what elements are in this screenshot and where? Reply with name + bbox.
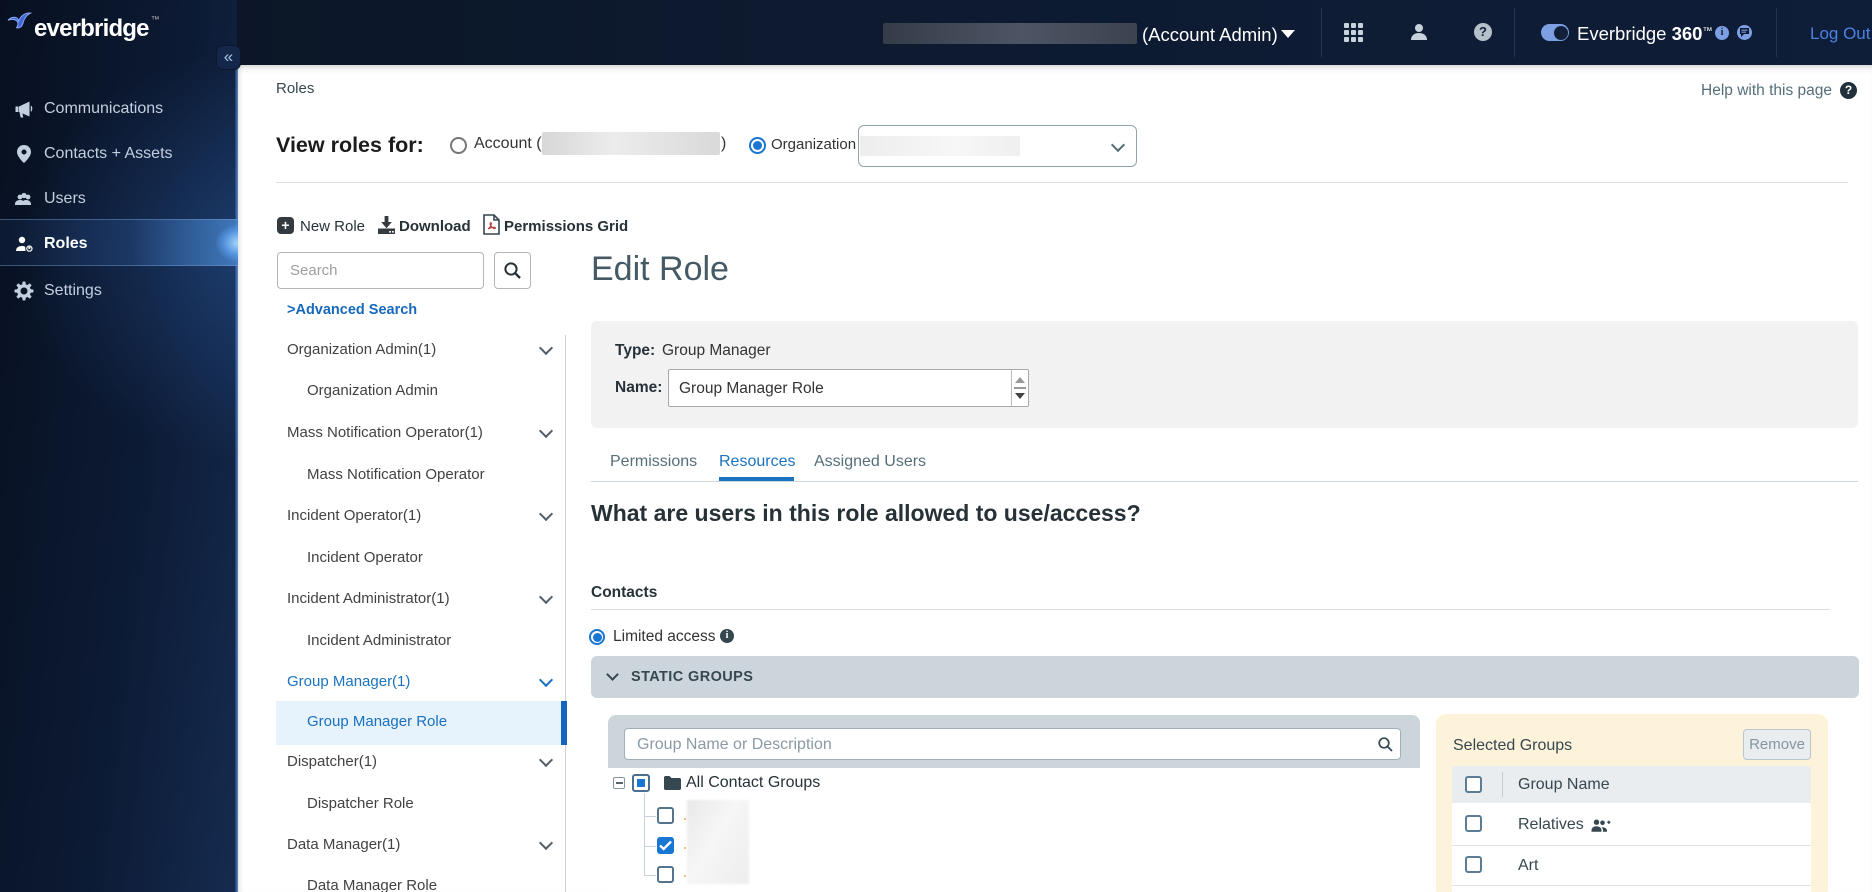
svg-text:everbridge: everbridge xyxy=(34,15,149,42)
svg-text:™: ™ xyxy=(151,14,160,24)
